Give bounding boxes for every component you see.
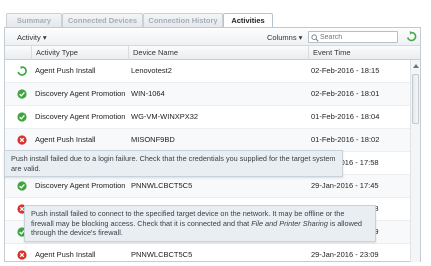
search-input[interactable] (320, 32, 396, 42)
event-time-cell: 01-Feb-2016 - 18:04 (311, 112, 380, 121)
table-row[interactable]: Discovery Agent Promotion PNNWLCBCT5C5 29-… (5, 175, 410, 198)
table-row[interactable]: Discovery Agent Promotion WG-VM-WINXPX32 0… (5, 106, 410, 129)
success-check-icon (17, 112, 27, 122)
columns-dropdown[interactable]: Columns ▾ (267, 33, 302, 42)
toolbar: Activity ▾ Columns ▾ (5, 28, 420, 46)
activity-type-cell: Agent Push Install (35, 250, 96, 259)
table-row[interactable]: Agent Push Install Lenovotest2 02-Feb-2016… (5, 60, 410, 83)
error-x-icon (17, 250, 27, 260)
status-column-header[interactable] (5, 46, 31, 60)
activity-filter-dropdown[interactable]: Activity ▾ (17, 33, 47, 42)
device-name-cell: MISONF9BD (131, 135, 175, 144)
table-row[interactable]: Discovery Agent Promotion WIN-1064 02-Feb-… (5, 83, 410, 106)
tooltip-text: Push install failed due to a login failu… (11, 154, 336, 173)
table-header: Activity Type Device Name Event Time (5, 46, 420, 60)
in-progress-icon (17, 66, 27, 76)
event-time-cell: 29-Jan-2016 - 17:45 (311, 181, 379, 190)
table-row[interactable]: Agent Push Install PNNWLCBCT5C5 29-Jan-201… (5, 244, 410, 262)
activity-type-cell: Discovery Agent Promotion (35, 112, 126, 121)
device-name-cell: Lenovotest2 (131, 66, 172, 75)
activity-type-cell: Discovery Agent Promotion (35, 181, 126, 190)
column-header-activity-type[interactable]: Activity Type (31, 46, 128, 60)
success-check-icon (17, 89, 27, 99)
event-time-cell: 02-Feb-2016 - 18:15 (311, 66, 380, 75)
column-header-event-time[interactable]: Event Time (308, 46, 420, 60)
event-time-cell: 02-Feb-2016 - 18:01 (311, 89, 380, 98)
success-check-icon (17, 181, 27, 191)
table-row[interactable]: Agent Push Install MISONF9BD 01-Feb-2016 -… (5, 129, 410, 152)
device-name-cell: WG-VM-WINXPX32 (131, 112, 199, 121)
search-icon (311, 34, 319, 42)
connect-failure-tooltip: Push install failed to connect to the sp… (24, 205, 376, 242)
login-failure-tooltip: Push install failed due to a login failu… (4, 150, 343, 177)
tab-bar: Summary Connected Devices Connection His… (0, 0, 431, 30)
tab-connected-devices[interactable]: Connected Devices (62, 13, 143, 28)
vertical-scrollbar[interactable] (410, 60, 420, 262)
error-x-icon (17, 135, 27, 145)
refresh-icon[interactable] (406, 31, 417, 42)
activity-type-cell: Agent Push Install (35, 135, 96, 144)
event-time-cell: 29-Jan-2016 - 23:09 (311, 250, 379, 259)
activity-type-cell: Agent Push Install (35, 66, 96, 75)
tab-connection-history[interactable]: Connection History (143, 13, 223, 28)
search-box[interactable] (308, 31, 398, 43)
scroll-up-arrow-icon[interactable] (412, 62, 420, 70)
tooltip-emphasis: File and Printer Sharing (251, 218, 328, 228)
activity-type-cell: Discovery Agent Promotion (35, 89, 126, 98)
device-name-cell: WIN-1064 (131, 89, 165, 98)
device-name-cell: PNNWLCBCT5C5 (131, 250, 193, 259)
device-name-cell: PNNWLCBCT5C5 (131, 181, 193, 190)
scroll-thumb[interactable] (412, 74, 419, 124)
column-header-device-name[interactable]: Device Name (128, 46, 308, 60)
event-time-cell: 01-Feb-2016 - 18:02 (311, 135, 380, 144)
tab-summary[interactable]: Summary (6, 13, 62, 28)
